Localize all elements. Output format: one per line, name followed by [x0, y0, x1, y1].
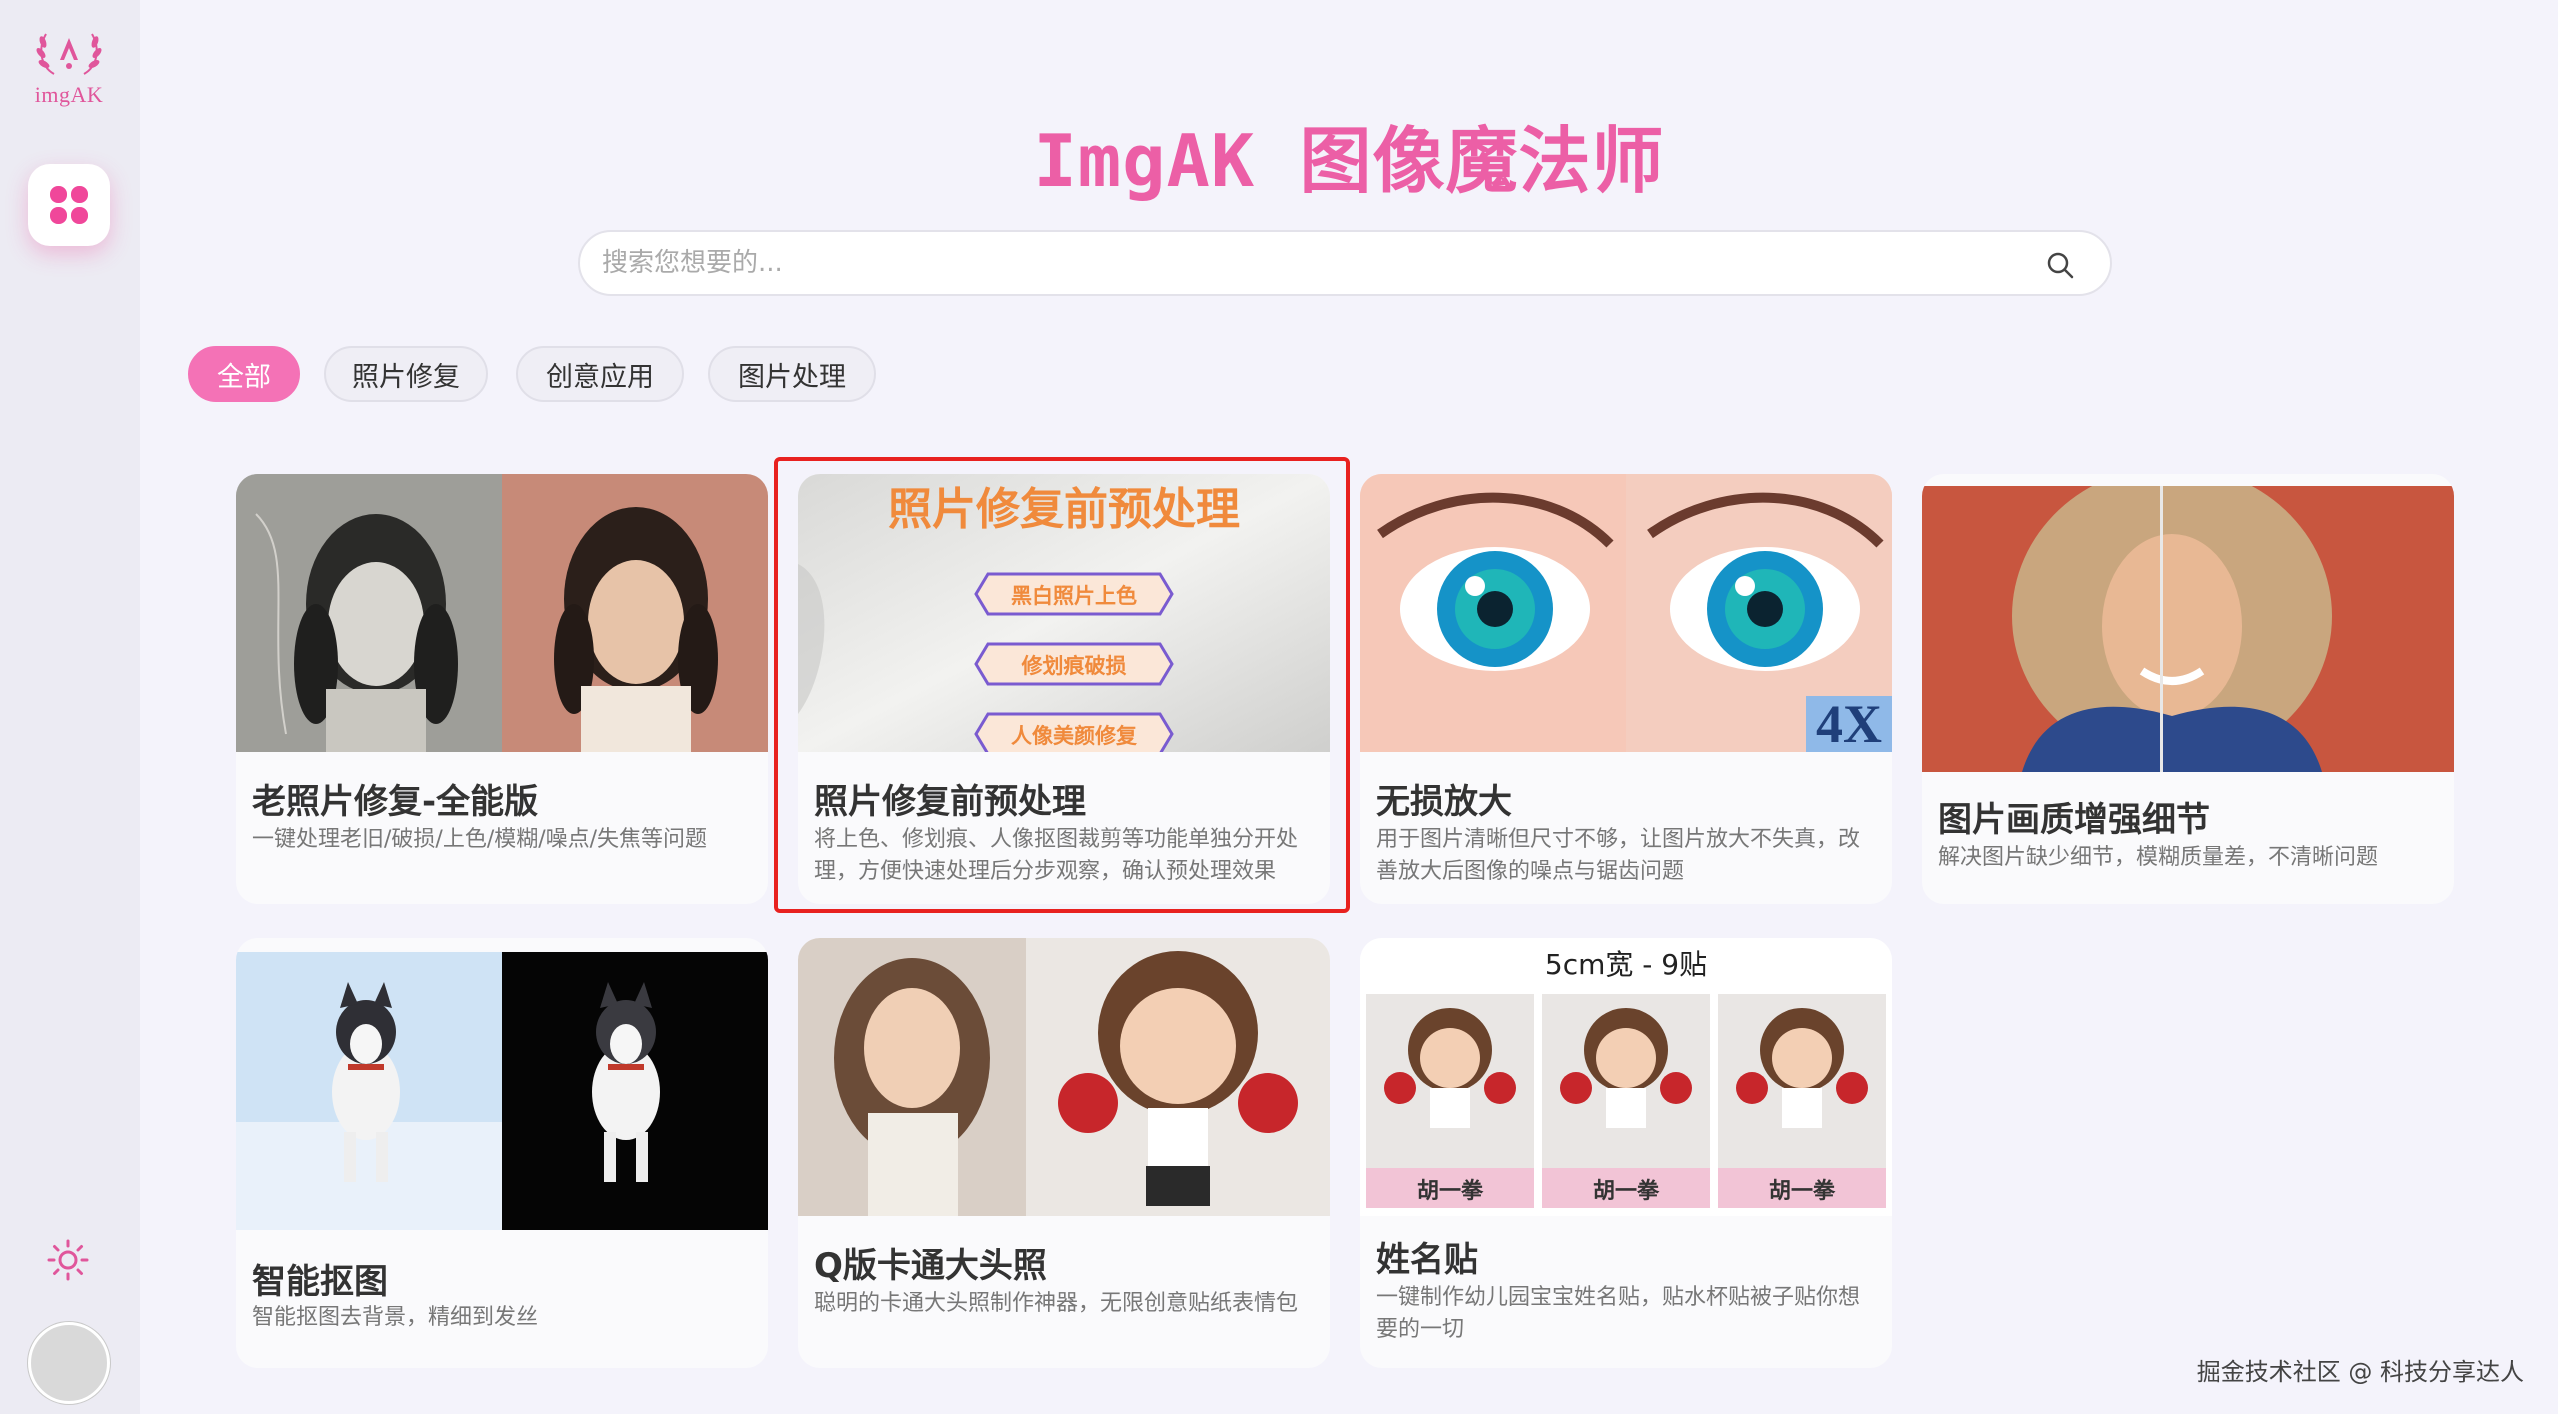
card-description: 一键制作幼儿园宝宝姓名贴，贴水杯贴被子贴你想要的一切	[1376, 1285, 1861, 1342]
card-image: 照片修复前预处理 黑白照片上色 修划痕破损 人像美颜修复	[798, 474, 1330, 752]
image-heading: 照片修复前预处理	[888, 484, 1240, 535]
card-image	[236, 952, 768, 1230]
search-bar	[578, 230, 2112, 296]
card-image: 5cm宽 - 9贴 胡一拳 胡一拳 胡一拳	[1360, 938, 1892, 1216]
tool-card-cartoon-avatar[interactable]: Q版卡通大头照 聪明的卡通大头照制作神器，无限创意贴纸表情包	[798, 938, 1330, 1368]
page-title: ImgAK 图像魔法师	[1033, 119, 1665, 203]
sticker-name-2: 胡一拳	[1593, 1178, 1660, 1204]
tab-creative-apps[interactable]: 创意应用	[516, 346, 684, 402]
tool-card-smart-cutout[interactable]: 智能抠图 智能抠图去背景，精细到发丝	[236, 938, 768, 1368]
image-chip-scratch: 修划痕破损	[1021, 654, 1127, 678]
card-description: 将上色、修划痕、人像抠图裁剪等功能单独分开处理，方便快速处理后分步观察，确认预处…	[814, 827, 1299, 884]
card-description: 用于图片清晰但尺寸不够，让图片放大不失真，改善放大后图像的噪点与锯齿问题	[1376, 827, 1861, 884]
sidebar: imgAK	[0, 0, 140, 1414]
card-image	[236, 474, 768, 752]
tool-card-old-photo-repair[interactable]: 老照片修复-全能版 一键处理老旧/破损/上色/模糊/噪点/失焦等问题	[236, 474, 768, 904]
tool-card-lossless-upscale[interactable]: 4X 无损放大 用于图片清晰但尺寸不够，让图片放大不失真，改善放大后图像的噪点与…	[1360, 474, 1892, 904]
sticker-name-3: 胡一拳	[1769, 1178, 1836, 1204]
nav-apps-button[interactable]	[28, 164, 110, 246]
card-description: 解决图片缺少细节，模糊质量差，不清晰问题	[1938, 845, 2379, 870]
brand-logo[interactable]: imgAK	[28, 26, 110, 112]
theme-toggle-button[interactable]	[46, 1238, 90, 1282]
card-title: 智能抠图	[252, 1262, 388, 1302]
card-title: 照片修复前预处理	[814, 782, 1086, 822]
sticker-2	[1542, 994, 1710, 1208]
tool-card-quality-enhance[interactable]: 图片画质增强细节 解决图片缺少细节，模糊质量差，不清晰问题	[1922, 474, 2454, 904]
sticker-name-1: 胡一拳	[1417, 1178, 1484, 1204]
card-image	[798, 938, 1330, 1216]
apps-grid-icon	[50, 186, 88, 224]
card-title: Q版卡通大头照	[814, 1246, 1047, 1286]
card-image: 4X	[1360, 474, 1892, 752]
card-title: 无损放大	[1376, 782, 1512, 822]
tool-card-photo-preprocess[interactable]: 照片修复前预处理 黑白照片上色 修划痕破损 人像美颜修复 照片修复前预处理 将上…	[798, 474, 1330, 904]
tab-all[interactable]: 全部	[188, 346, 300, 402]
card-description: 一键处理老旧/破损/上色/模糊/噪点/失焦等问题	[252, 827, 708, 852]
card-image	[1922, 486, 2454, 772]
card-title: 姓名贴	[1376, 1240, 1478, 1280]
tab-image-processing[interactable]: 图片处理	[708, 346, 876, 402]
watermark: 掘金技术社区 @ 科技分享达人	[2196, 1358, 2524, 1386]
image-chip-colorize: 黑白照片上色	[1011, 584, 1137, 608]
sticker-3	[1718, 994, 1886, 1208]
sticker-1	[1366, 994, 1534, 1208]
search-input[interactable]	[602, 232, 2030, 294]
card-title: 图片画质增强细节	[1938, 800, 2210, 840]
sun-icon	[47, 1239, 89, 1281]
search-icon[interactable]	[2046, 251, 2074, 279]
card-description: 聪明的卡通大头照制作神器，无限创意贴纸表情包	[814, 1291, 1299, 1316]
user-avatar[interactable]	[28, 1322, 110, 1404]
upscale-4x-badge: 4X	[1816, 694, 1882, 752]
card-title: 老照片修复-全能版	[252, 782, 539, 822]
tool-card-name-stickers[interactable]: 5cm宽 - 9贴 胡一拳 胡一拳 胡一拳 姓名贴 一键制作幼儿园宝宝姓名贴，贴…	[1360, 938, 1892, 1368]
tab-photo-repair[interactable]: 照片修复	[324, 346, 488, 402]
laurel-logo-icon	[36, 33, 102, 75]
brand-name: imgAK	[34, 82, 104, 107]
image-chip-portrait: 人像美颜修复	[1011, 724, 1138, 748]
card-description: 智能抠图去背景，精细到发丝	[252, 1305, 539, 1330]
sticker-sheet-heading: 5cm宽 - 9贴	[1545, 948, 1707, 981]
